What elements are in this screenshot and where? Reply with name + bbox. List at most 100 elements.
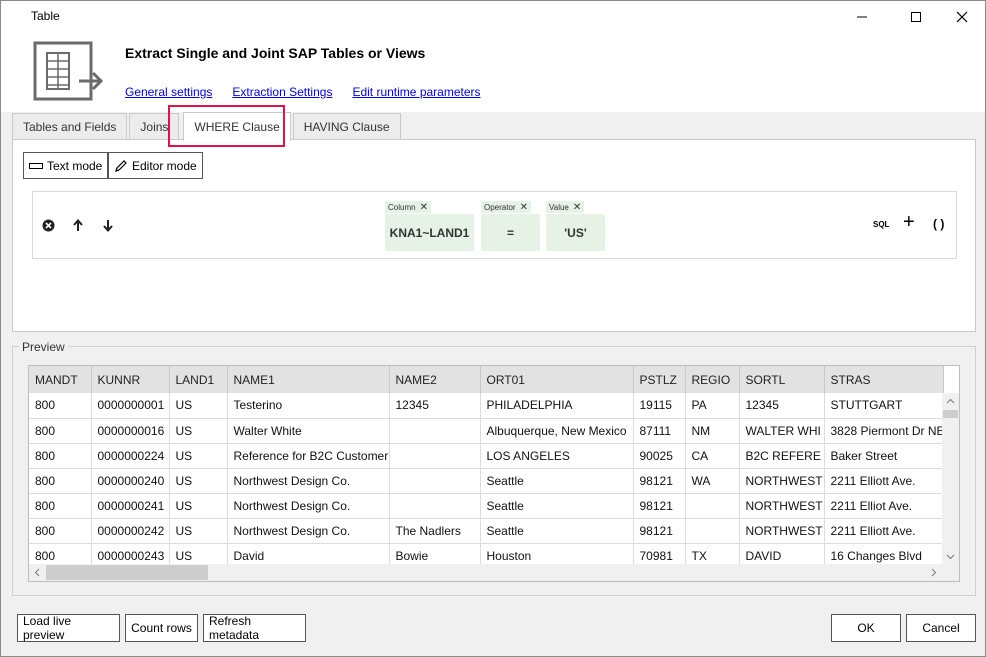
table-cell [389, 418, 481, 444]
scroll-up-icon[interactable] [942, 393, 959, 410]
table-cell: Baker Street [824, 443, 944, 469]
table-row[interactable]: 800 0000000016 US Walter White Albuquerque, … [29, 418, 944, 444]
column-header[interactable]: PSTLZ [633, 366, 686, 393]
table-row[interactable]: 800 0000000001 US Testerino 12345 PHILADELPHI… [29, 393, 944, 419]
column-header[interactable]: KUNNR [91, 366, 170, 393]
table-cell: The Nadlers [389, 518, 481, 544]
table-cell: Northwest Design Co. [227, 493, 390, 519]
where-clause-panel: Text mode Editor mode Column ✕ KNA1~LAND… [12, 139, 976, 332]
table-cell: LOS ANGELES [480, 443, 634, 469]
table-cell: NORTHWEST [739, 518, 825, 544]
table-cell: Testerino [227, 393, 390, 419]
table-cell: 90025 [633, 443, 686, 469]
minimize-icon [857, 16, 867, 17]
scroll-left-icon[interactable] [29, 564, 46, 581]
table-cell: 0000000016 [91, 418, 170, 444]
column-header[interactable]: SORTL [739, 366, 825, 393]
column-header[interactable]: LAND1 [169, 366, 228, 393]
tab-tables-and-fields[interactable]: Tables and Fields [12, 113, 128, 140]
scroll-down-icon[interactable] [942, 548, 959, 565]
column-header[interactable]: REGIO [685, 366, 740, 393]
operator-chip-remove-icon[interactable]: ✕ [520, 202, 528, 213]
table-cell: US [169, 468, 228, 494]
close-button[interactable] [939, 1, 985, 32]
value-chip-value[interactable]: 'US' [546, 214, 605, 251]
text-mode-button[interactable]: Text mode [23, 152, 109, 179]
table-cell: Albuquerque, New Mexico [480, 418, 634, 444]
table-row[interactable]: 800 0000000240 US Northwest Design Co. Seatt… [29, 468, 944, 494]
table-cell: 98121 [633, 468, 686, 494]
general-settings-link[interactable]: General settings [125, 85, 212, 99]
table-cell: 0000000001 [91, 393, 170, 419]
table-cell: 2211 Elliott Ave. [824, 518, 944, 544]
table-row[interactable]: 800 0000000224 US Reference for B2C Custome… [29, 443, 944, 469]
preview-table: MANDT KUNNR LAND1 NAME1 NAME2 ORT01 PSTL… [29, 366, 944, 569]
table-cell: 0000000242 [91, 518, 170, 544]
ok-button[interactable]: OK [831, 614, 901, 642]
tab-where-clause[interactable]: WHERE Clause [183, 112, 291, 141]
table-cell [685, 493, 740, 519]
horizontal-scroll-thumb[interactable] [46, 565, 208, 580]
text-mode-label: Text mode [47, 158, 103, 173]
operator-chip-value[interactable]: = [481, 214, 540, 251]
preview-body: 800 0000000001 US Testerino 12345 PHILADELPHI… [29, 393, 944, 569]
table-cell: NM [685, 418, 740, 444]
table-cell: NORTHWEST [739, 468, 825, 494]
table-cell: Seattle [480, 518, 634, 544]
operator-chip-caption: Operator [484, 202, 516, 212]
preview-header-row: MANDT KUNNR LAND1 NAME1 NAME2 ORT01 PSTL… [29, 366, 944, 393]
move-down-button[interactable] [101, 218, 115, 232]
value-chip-remove-icon[interactable]: ✕ [573, 202, 581, 213]
table-cell: US [169, 393, 228, 419]
column-header[interactable]: NAME2 [389, 366, 481, 393]
move-up-button[interactable] [71, 218, 85, 232]
vertical-scrollbar[interactable] [942, 393, 959, 565]
table-cell: 0000000241 [91, 493, 170, 519]
extraction-settings-link[interactable]: Extraction Settings [232, 85, 332, 99]
column-chip-remove-icon[interactable]: ✕ [420, 202, 428, 213]
remove-condition-button[interactable] [41, 218, 55, 232]
table-cell: US [169, 518, 228, 544]
edit-runtime-parameters-link[interactable]: Edit runtime parameters [352, 85, 480, 99]
sql-button[interactable]: SQL [873, 220, 889, 229]
column-header[interactable]: MANDT [29, 366, 92, 393]
column-header[interactable]: ORT01 [480, 366, 634, 393]
refresh-metadata-button[interactable]: Refresh metadata [203, 614, 306, 642]
add-condition-button[interactable]: + [903, 212, 915, 232]
textbox-icon [29, 162, 43, 169]
minimize-button[interactable] [839, 1, 885, 32]
window-title: Table [31, 9, 60, 23]
where-condition-row: Column ✕ KNA1~LAND1 Operator ✕ = Value ✕… [32, 191, 957, 259]
preview-grid[interactable]: MANDT KUNNR LAND1 NAME1 NAME2 ORT01 PSTL… [28, 365, 960, 582]
title-bar: Table [1, 1, 985, 32]
add-parentheses-button[interactable]: ( ) [933, 217, 944, 231]
scroll-right-icon[interactable] [925, 564, 942, 581]
cancel-button[interactable]: Cancel [906, 614, 976, 642]
value-chip-label: Value ✕ [546, 201, 585, 213]
tab-having-clause[interactable]: HAVING Clause [292, 113, 401, 140]
column-chip-value[interactable]: KNA1~LAND1 [385, 214, 474, 251]
preview-label: Preview [19, 340, 68, 354]
editor-mode-button[interactable]: Editor mode [108, 152, 203, 179]
vertical-scroll-thumb[interactable] [943, 410, 958, 418]
table-dialog: Table Extract Single and Joint SAP Table… [0, 0, 986, 657]
table-cell: 800 [29, 418, 92, 444]
table-cell: Northwest Design Co. [227, 468, 390, 494]
column-header[interactable]: STRAS [824, 366, 944, 393]
table-cell: 0000000240 [91, 468, 170, 494]
table-row[interactable]: 800 0000000241 US Northwest Design Co. Seatt… [29, 493, 944, 519]
table-cell: CA [685, 443, 740, 469]
load-live-preview-button[interactable]: Load live preview [17, 614, 120, 642]
table-cell: 2211 Elliott Ave. [824, 468, 944, 494]
tab-joins[interactable]: Joins [129, 113, 180, 140]
table-row[interactable]: 800 0000000242 US Northwest Design Co. The N… [29, 518, 944, 544]
table-cell [389, 443, 481, 469]
maximize-button[interactable] [893, 1, 939, 32]
table-cell: Reference for B2C Customer [227, 443, 390, 469]
horizontal-scrollbar[interactable] [29, 564, 959, 581]
table-cell: US [169, 443, 228, 469]
tab-strip: Tables and Fields Joins WHERE Clause HAV… [12, 112, 403, 141]
count-rows-button[interactable]: Count rows [125, 614, 198, 642]
maximize-icon [911, 11, 921, 22]
column-header[interactable]: NAME1 [227, 366, 390, 393]
